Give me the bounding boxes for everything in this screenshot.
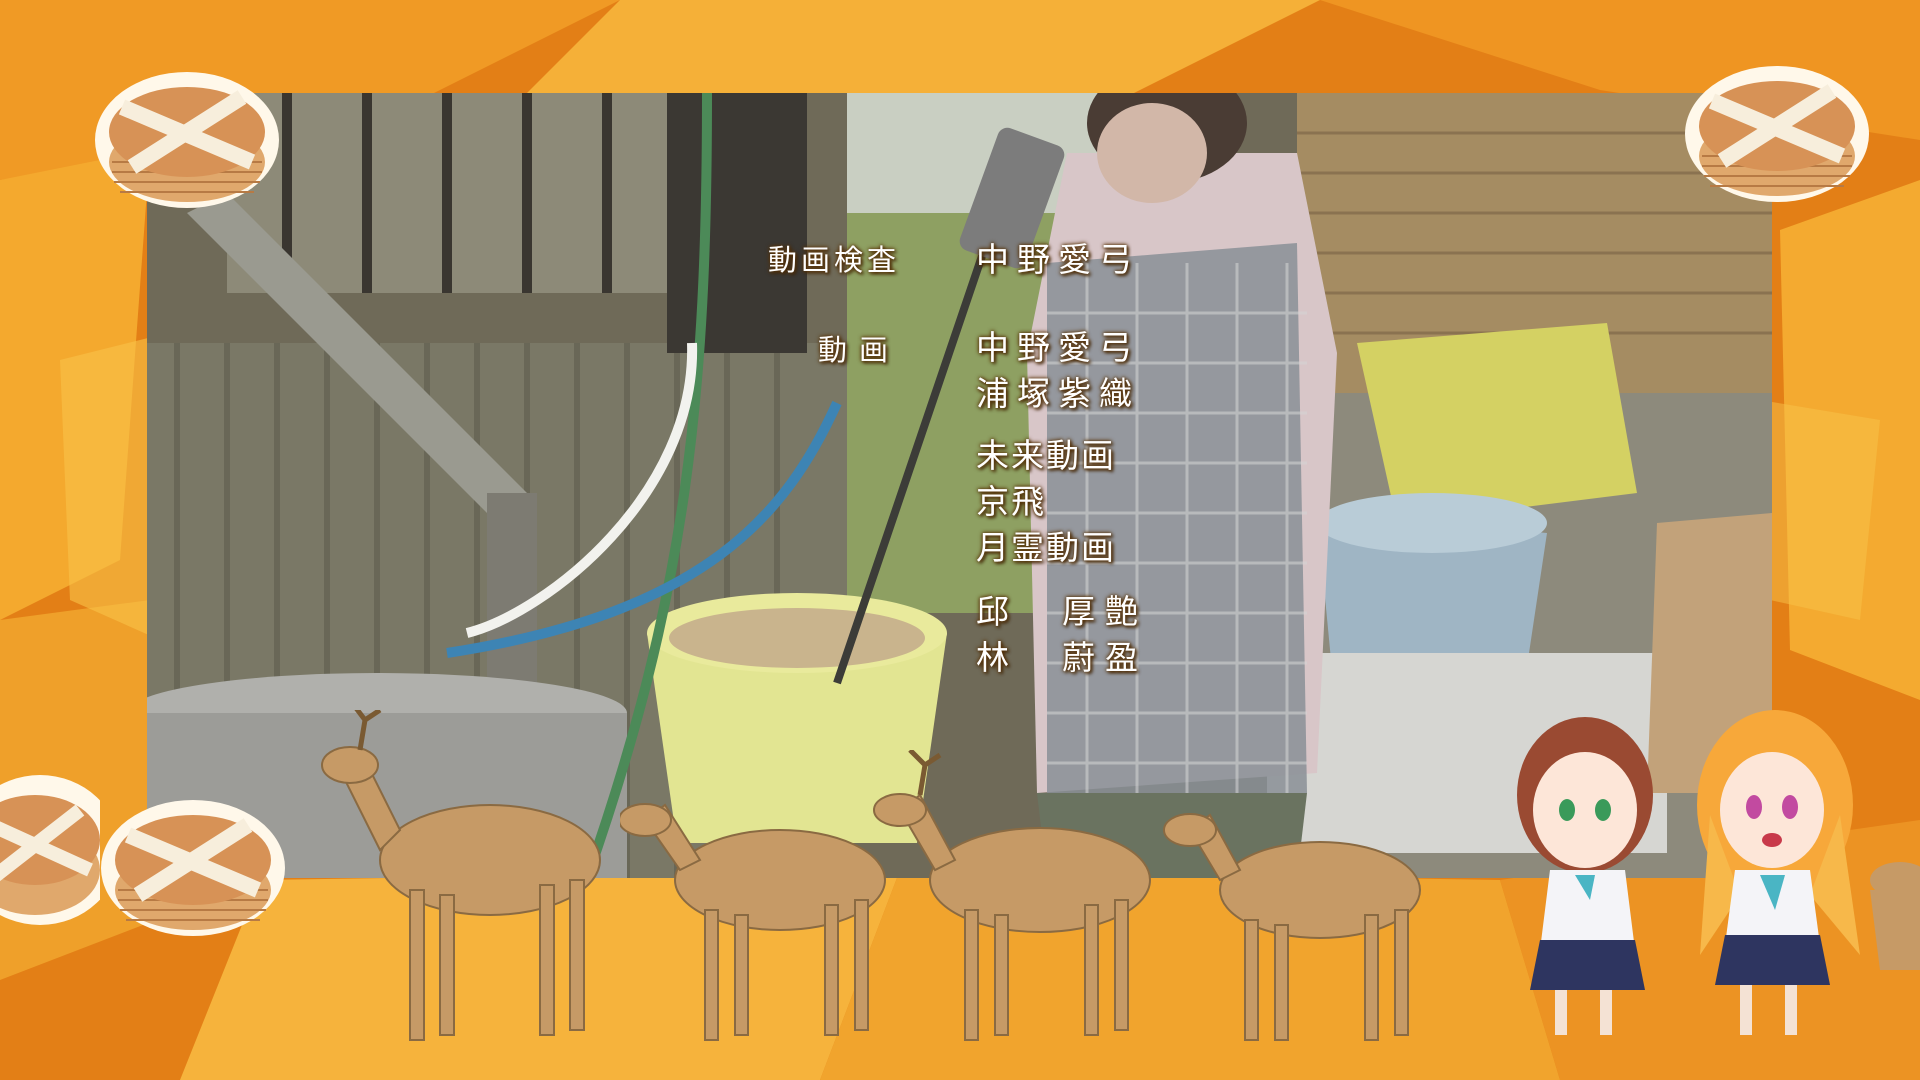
chibi-girl-brown-hair [1517,717,1653,1035]
layered-cake-icon [95,72,279,208]
deer-icon [1870,862,1920,970]
layered-cake-icon [1685,66,1869,202]
deer-icon [321,710,601,1041]
layered-cake-icon [101,800,285,936]
deer-icon [873,750,1151,1041]
deer-icon [1163,813,1421,1041]
layered-cake-icon [0,775,100,925]
chibi-girl-blonde-hair [1697,710,1860,1035]
